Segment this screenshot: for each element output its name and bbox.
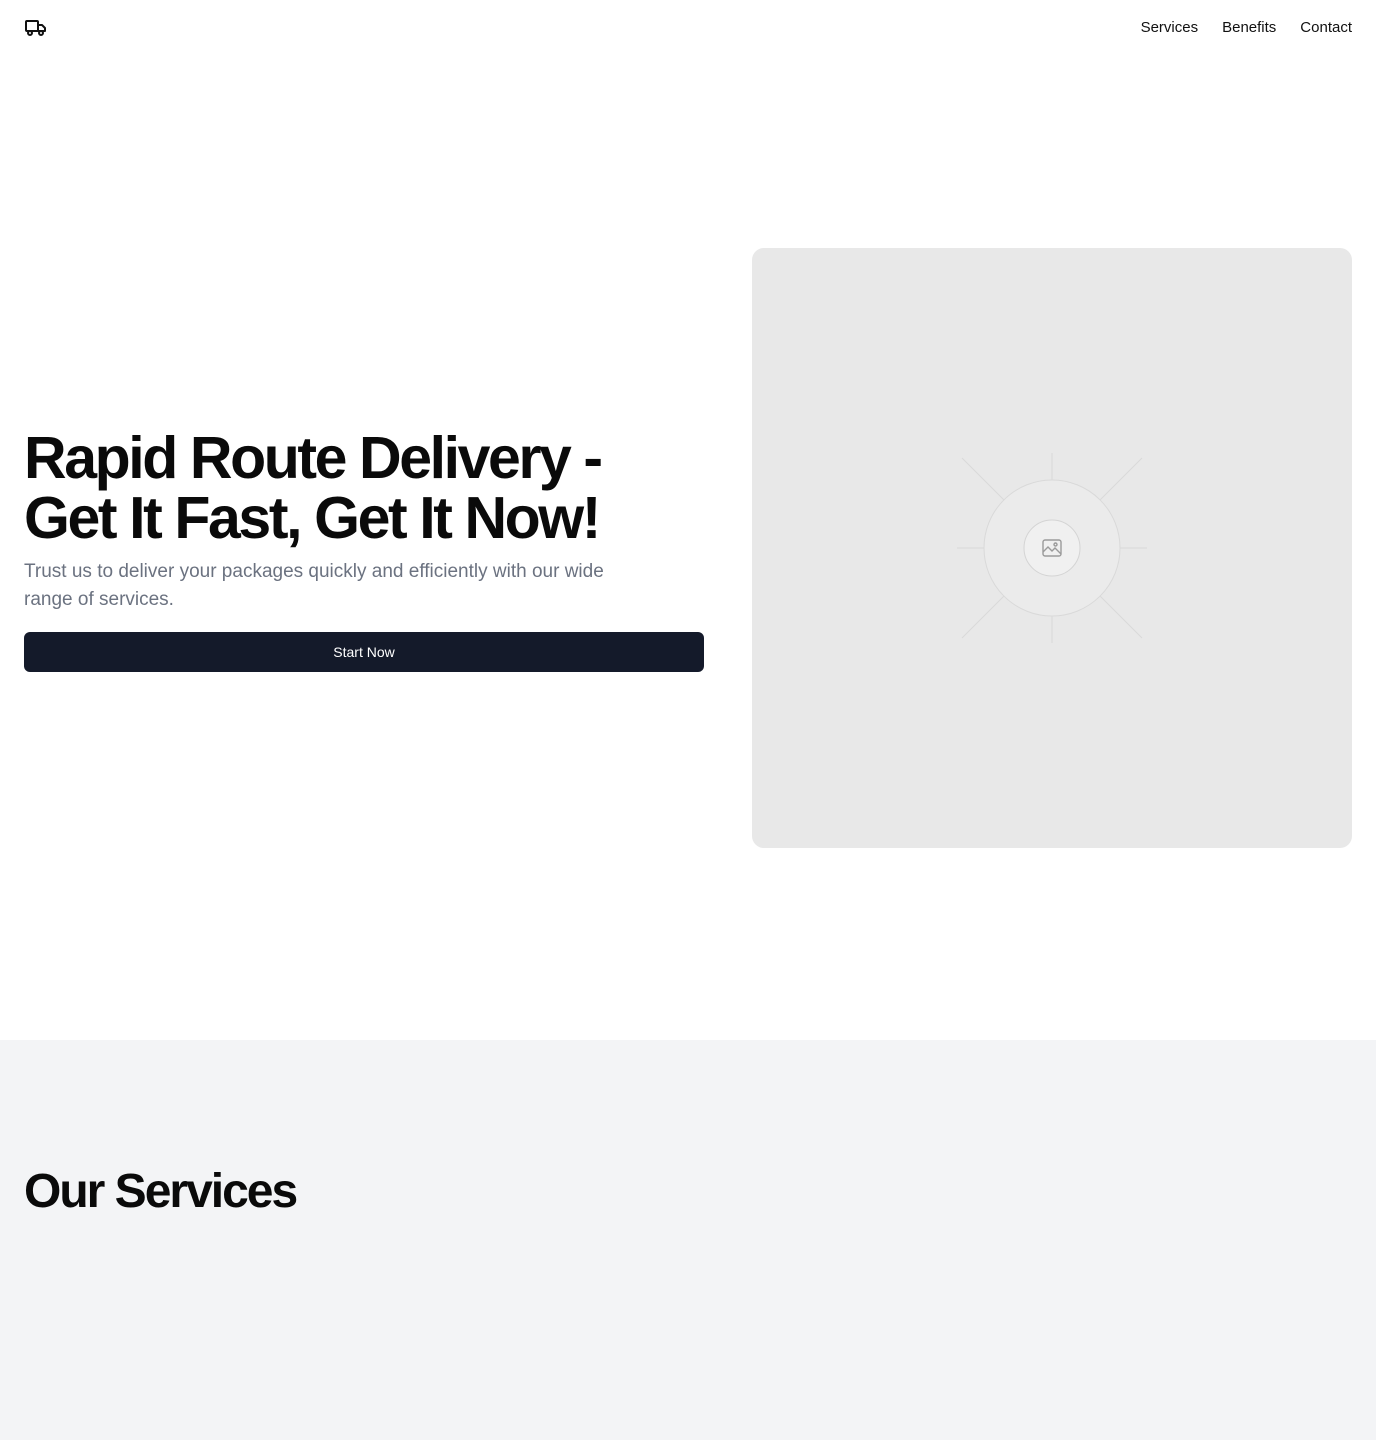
start-now-button[interactable]: Start Now <box>24 632 704 672</box>
services-section: Our Services <box>0 1040 1376 1440</box>
nav-link-benefits[interactable]: Benefits <box>1222 18 1276 38</box>
hero-title: Rapid Route Delivery - Get It Fast, Get … <box>24 425 603 551</box>
image-placeholder-icon <box>1042 539 1062 557</box>
truck-icon[interactable] <box>24 18 48 38</box>
hero-section: Rapid Route Delivery - Get It Fast, Get … <box>24 428 704 672</box>
nav-link-contact[interactable]: Contact <box>1300 18 1352 38</box>
main-nav: Services Benefits Contact <box>1141 18 1352 38</box>
hero-subtitle: Trust us to deliver your packages quickl… <box>24 561 604 610</box>
hero-image-placeholder <box>752 248 1352 848</box>
nav-link-services[interactable]: Services <box>1141 18 1199 38</box>
services-title: Our Services <box>24 1165 298 1218</box>
site-header: Services Benefits Contact <box>0 0 1376 56</box>
